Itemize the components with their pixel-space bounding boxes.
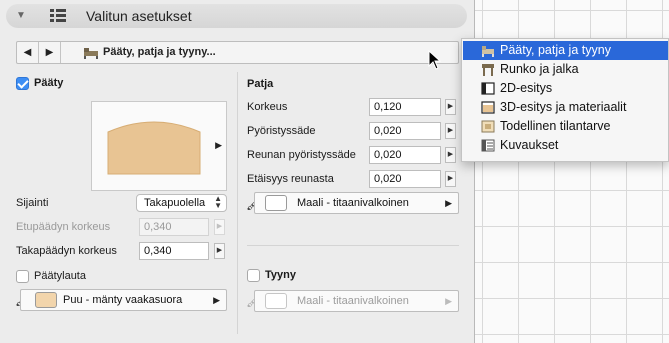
updown-chevron-icon: ▲ ▼ [214,194,222,210]
headboard-preview[interactable]: ▶ [91,101,227,191]
material-swatch [35,292,57,308]
tyyny-checkbox[interactable] [247,269,260,282]
prev-page-button[interactable]: ◀ [17,42,39,63]
menu-item-kuvaukset[interactable]: Kuvaukset [463,136,668,155]
material-swatch [265,293,287,309]
material-swatch [265,195,287,211]
bed-icon [482,46,494,57]
bed-icon [84,48,98,59]
patja-material-label: Maali - titaanivalkoinen [297,197,409,209]
sijainti-value: Takapuolella [144,197,206,209]
paaty-material-picker[interactable]: Puu - mänty vaakasuora ▶ [20,289,227,311]
menu-item-2d[interactable]: 2D-esitys [463,79,668,98]
panel-title: Valitun asetukset [86,8,192,24]
column-divider [237,72,238,334]
korkeus-arrow-icon[interactable]: ▶ [445,99,456,115]
etupaadyn-input[interactable]: 0,340 [139,218,209,236]
pyoristyssade-label: Pyöristyssäde [247,125,316,137]
settings-panel: ▼ Valitun asetukset ◀ ▶ Pääty, patja ja … [0,0,475,343]
menu-item-label: 3D-esitys ja materiaalit [500,100,627,114]
tyyny-material-label: Maali - titaanivalkoinen [297,295,409,307]
etaisyys-label: Etäisyys reunasta [247,173,334,185]
paatylauta-checkbox[interactable] [16,270,29,283]
collapse-triangle-icon[interactable]: ▼ [16,10,26,21]
material-arrow-icon: ▶ [445,296,452,306]
takapaadyn-input[interactable]: 0,340 [139,242,209,260]
menu-item-paaty[interactable]: Pääty, patja ja tyyny [463,41,668,60]
korkeus-label: Korkeus [247,101,288,113]
menu-item-runko[interactable]: Runko ja jalka [463,60,668,79]
reunan-input[interactable]: 0,020 [369,146,441,164]
paaty-material-label: Puu - mänty vaakasuora [63,294,183,306]
reunan-label: Reunan pyöristyssäde [247,149,356,161]
reunan-arrow-icon[interactable]: ▶ [445,147,456,163]
settings-grid-icon [50,9,66,22]
headboard-shape [107,121,201,175]
page-menu: Pääty, patja ja tyyny Runko ja jalka 2D-… [461,38,669,162]
panel-header[interactable]: ▼ Valitun asetukset [6,4,467,28]
material-arrow-icon: ▶ [445,198,452,208]
menu-item-label: Kuvaukset [500,138,559,152]
etupaadyn-arrow-icon[interactable]: ▶ [214,219,225,235]
plan-icon [481,82,495,95]
korkeus-input[interactable]: 0,120 [369,98,441,116]
description-icon [481,139,495,152]
takapaadyn-arrow-icon[interactable]: ▶ [214,243,225,259]
menu-item-label: Todellinen tilantarve [500,119,611,133]
next-page-button[interactable]: ▶ [39,42,61,63]
menu-item-label: 2D-esitys [500,81,553,95]
section-divider [247,245,459,246]
sijainti-label: Sijainti [16,197,49,209]
patja-title: Patja [247,78,274,90]
etupaadyn-label: Etupäädyn korkeus [16,221,111,233]
paaty-checkbox[interactable] [16,77,29,90]
pyoristyssade-arrow-icon[interactable]: ▶ [445,123,456,139]
material-arrow-icon: ▶ [213,295,220,305]
menu-item-label: Runko ja jalka [500,62,579,76]
menu-item-label: Pääty, patja ja tyyny [500,43,611,57]
page-nav-bar[interactable]: ◀ ▶ Pääty, patja ja tyyny... [16,41,459,64]
tyyny-label: Tyyny [265,269,296,281]
tyyny-material-picker[interactable]: Maali - titaanivalkoinen ▶ [254,290,459,312]
etaisyys-arrow-icon[interactable]: ▶ [445,171,456,187]
menu-item-tilantarve[interactable]: Todellinen tilantarve [463,117,668,136]
3d-icon [481,101,495,114]
preview-arrow-icon[interactable]: ▶ [215,140,222,151]
etaisyys-input[interactable]: 0,020 [369,170,441,188]
space-icon [481,120,495,133]
mouse-cursor-icon [428,50,442,70]
paatylauta-label: Päätylauta [34,270,86,282]
pyoristyssade-input[interactable]: 0,020 [369,122,441,140]
menu-item-3d[interactable]: 3D-esitys ja materiaalit [463,98,668,117]
sijainti-select[interactable]: Takapuolella ▲ ▼ [136,194,227,212]
patja-material-picker[interactable]: Maali - titaanivalkoinen ▶ [254,192,459,214]
paaty-label: Pääty [34,77,64,89]
current-page-label: Pääty, patja ja tyyny... [103,46,216,58]
takapaadyn-label: Takapäädyn korkeus [16,245,117,257]
frame-icon [482,64,494,76]
